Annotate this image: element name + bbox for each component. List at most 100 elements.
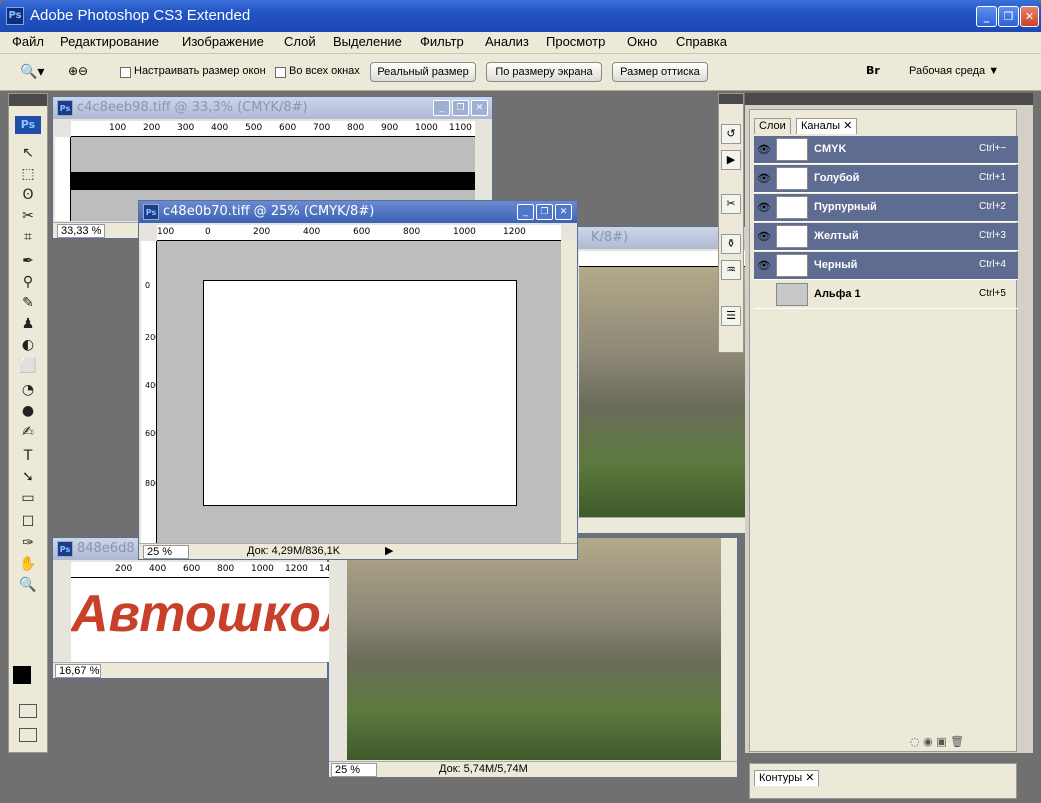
document-title-bar[interactable]: Ps c48e0b70.tiff @ 25% (CMYK/8#) _ ❐ ✕ (139, 201, 577, 223)
type-tool-icon[interactable]: T (16, 446, 40, 466)
brushes-icon[interactable]: ♒ (721, 260, 741, 280)
zoom-tool-icon[interactable]: 🔍▾ (20, 64, 44, 80)
vertical-scrollbar[interactable] (721, 538, 737, 760)
menu-file[interactable]: Файл (12, 34, 44, 49)
slice-tool-icon[interactable]: ✒ (16, 251, 40, 271)
document-window-2[interactable]: Ps c48e0b70.tiff @ 25% (CMYK/8#) _ ❐ ✕ 1… (138, 200, 578, 560)
lasso-tool-icon[interactable]: ʘ (16, 185, 40, 205)
channel-row[interactable]: Альфа 1 Ctrl+5 (754, 281, 1018, 309)
horizontal-ruler: 100 0 200 400 600 800 1000 1200 (157, 225, 561, 241)
marquee-tool-icon[interactable]: ⬚ (16, 164, 40, 184)
close-button[interactable]: ✕ (471, 100, 488, 116)
visibility-eye-icon[interactable]: 👁 (756, 142, 772, 158)
panels-header[interactable] (745, 93, 1033, 105)
eyedropper-tool-icon[interactable]: ✑ (16, 533, 40, 553)
zoom-field[interactable]: 33,33 % (57, 224, 105, 238)
clone-source-icon[interactable]: ⚱ (721, 234, 741, 254)
maximize-button[interactable]: ❐ (536, 204, 553, 220)
channel-row[interactable]: 👁 Желтый Ctrl+3 (754, 223, 1018, 251)
visibility-eye-icon[interactable]: 👁 (756, 229, 772, 245)
eraser-tool-icon[interactable]: ⬜ (16, 356, 40, 376)
menu-view[interactable]: Просмотр (546, 34, 605, 49)
menu-analysis[interactable]: Анализ (485, 34, 529, 49)
blur-tool-icon[interactable]: ● (16, 401, 40, 421)
visibility-eye-icon[interactable]: 👁 (756, 171, 772, 187)
zoom-tool-icon[interactable]: 🔍 (16, 575, 40, 595)
move-tool-icon[interactable]: ↖ (16, 143, 40, 163)
white-canvas (203, 280, 517, 506)
status-bar: 25 % Док: 5,74M/5,74M (329, 761, 737, 777)
menu-layer[interactable]: Слой (284, 34, 316, 49)
app-title: Adobe Photoshop CS3 Extended (30, 7, 251, 24)
tab-channels[interactable]: Каналы ✕ (796, 118, 858, 134)
tab-paths[interactable]: Контуры ✕ (754, 770, 820, 786)
path-select-tool-icon[interactable]: ➘ (16, 467, 40, 487)
ps-document-icon: Ps (57, 100, 73, 116)
channel-actions-icons[interactable]: ◌ ◉ ▣ 🗑 (910, 735, 964, 748)
shape-tool-icon[interactable]: ▭ (16, 488, 40, 508)
brush-tool-icon[interactable]: ✎ (16, 293, 40, 313)
zoom-field[interactable]: 16,67 % (55, 664, 101, 678)
menu-filter[interactable]: Фильтр (420, 34, 464, 49)
minimize-button[interactable]: _ (976, 6, 997, 27)
zoom-field[interactable]: 25 % (331, 763, 377, 777)
document-size-info: Док: 5,74M/5,74M (439, 763, 528, 775)
workspace-menu[interactable]: Рабочая среда ▼ (909, 65, 999, 77)
tool-list: ↖ ⬚ ʘ ✂ ⌗ ✒ ⚲ ✎ ♟ ◐ ⬜ ◔ ● ✍ T ➘ ▭ ☐ ✑ ✋ 🔍 (16, 142, 42, 595)
quick-mask-icon[interactable] (19, 704, 37, 718)
actual-pixels-button[interactable]: Реальный размер (370, 62, 476, 82)
vertical-scrollbar[interactable] (561, 241, 577, 543)
document-window-5[interactable]: 25 % Док: 5,74M/5,74M (328, 537, 738, 777)
dodge-tool-icon[interactable]: ✍ (16, 422, 40, 442)
channel-thumbnail (776, 196, 808, 219)
print-size-button[interactable]: Размер оттиска (612, 62, 708, 82)
zoom-in-out-icon[interactable]: ⊕⊖ (68, 64, 88, 78)
zoom-field[interactable]: 25 % (143, 545, 189, 559)
close-button[interactable]: ✕ (1020, 6, 1039, 27)
menu-window[interactable]: Окно (627, 34, 657, 49)
channel-shortcut: Ctrl+2 (979, 201, 1006, 212)
minimize-button[interactable]: _ (517, 204, 534, 220)
dock-header[interactable] (719, 94, 743, 104)
menu-select[interactable]: Выделение (333, 34, 402, 49)
healing-tool-icon[interactable]: ⚲ (16, 272, 40, 292)
tools-panel-header[interactable] (9, 94, 47, 106)
hand-tool-icon[interactable]: ✋ (16, 554, 40, 574)
visibility-eye-icon[interactable]: 👁 (756, 200, 772, 216)
resize-windows-checkbox[interactable] (120, 67, 131, 78)
maximize-button[interactable]: ❐ (998, 6, 1019, 27)
all-windows-checkbox[interactable] (275, 67, 286, 78)
menu-edit[interactable]: Редактирование (60, 34, 159, 49)
document-title-bar[interactable]: Ps c4c8eeb98.tiff @ 33,3% (CMYK/8#) _ ❐ … (53, 97, 492, 119)
minimize-button[interactable]: _ (433, 100, 450, 116)
image-black-strip (71, 172, 475, 190)
channel-thumbnail (776, 167, 808, 190)
notes-icon[interactable]: ☰ (721, 306, 741, 326)
maximize-button[interactable]: ❐ (452, 100, 469, 116)
tool-presets-icon[interactable]: ✂ (721, 194, 741, 214)
channel-shortcut: Ctrl+4 (979, 259, 1006, 270)
crop-tool-icon[interactable]: ⌗ (16, 227, 40, 247)
actions-icon[interactable]: ▶ (721, 150, 741, 170)
foreground-color-swatch[interactable] (13, 666, 31, 684)
visibility-eye-icon[interactable]: 👁 (756, 258, 772, 274)
screen-mode-icon[interactable] (19, 728, 37, 742)
gradient-tool-icon[interactable]: ◔ (16, 380, 40, 400)
channel-row[interactable]: 👁 Пурпурный Ctrl+2 (754, 194, 1018, 222)
channel-row[interactable]: 👁 Голубой Ctrl+1 (754, 165, 1018, 193)
bridge-icon[interactable]: Br (866, 64, 880, 77)
menu-help[interactable]: Справка (676, 34, 727, 49)
notes-tool-icon[interactable]: ☐ (16, 512, 40, 532)
history-brush-tool-icon[interactable]: ◐ (16, 335, 40, 355)
channel-row[interactable]: 👁 CMYK Ctrl+~ (754, 136, 1018, 164)
fit-screen-button[interactable]: По размеру экрана (486, 62, 602, 82)
menu-image[interactable]: Изображение (182, 34, 264, 49)
tab-layers[interactable]: Слои (754, 118, 791, 134)
quick-select-tool-icon[interactable]: ✂ (16, 206, 40, 226)
close-button[interactable]: ✕ (555, 204, 572, 220)
history-icon[interactable]: ↺ (721, 124, 741, 144)
stamp-tool-icon[interactable]: ♟ (16, 314, 40, 334)
status-menu-arrow-icon[interactable]: ▶ (385, 544, 393, 557)
channel-row[interactable]: 👁 Черный Ctrl+4 (754, 252, 1018, 280)
visibility-eye-icon[interactable] (756, 287, 772, 303)
